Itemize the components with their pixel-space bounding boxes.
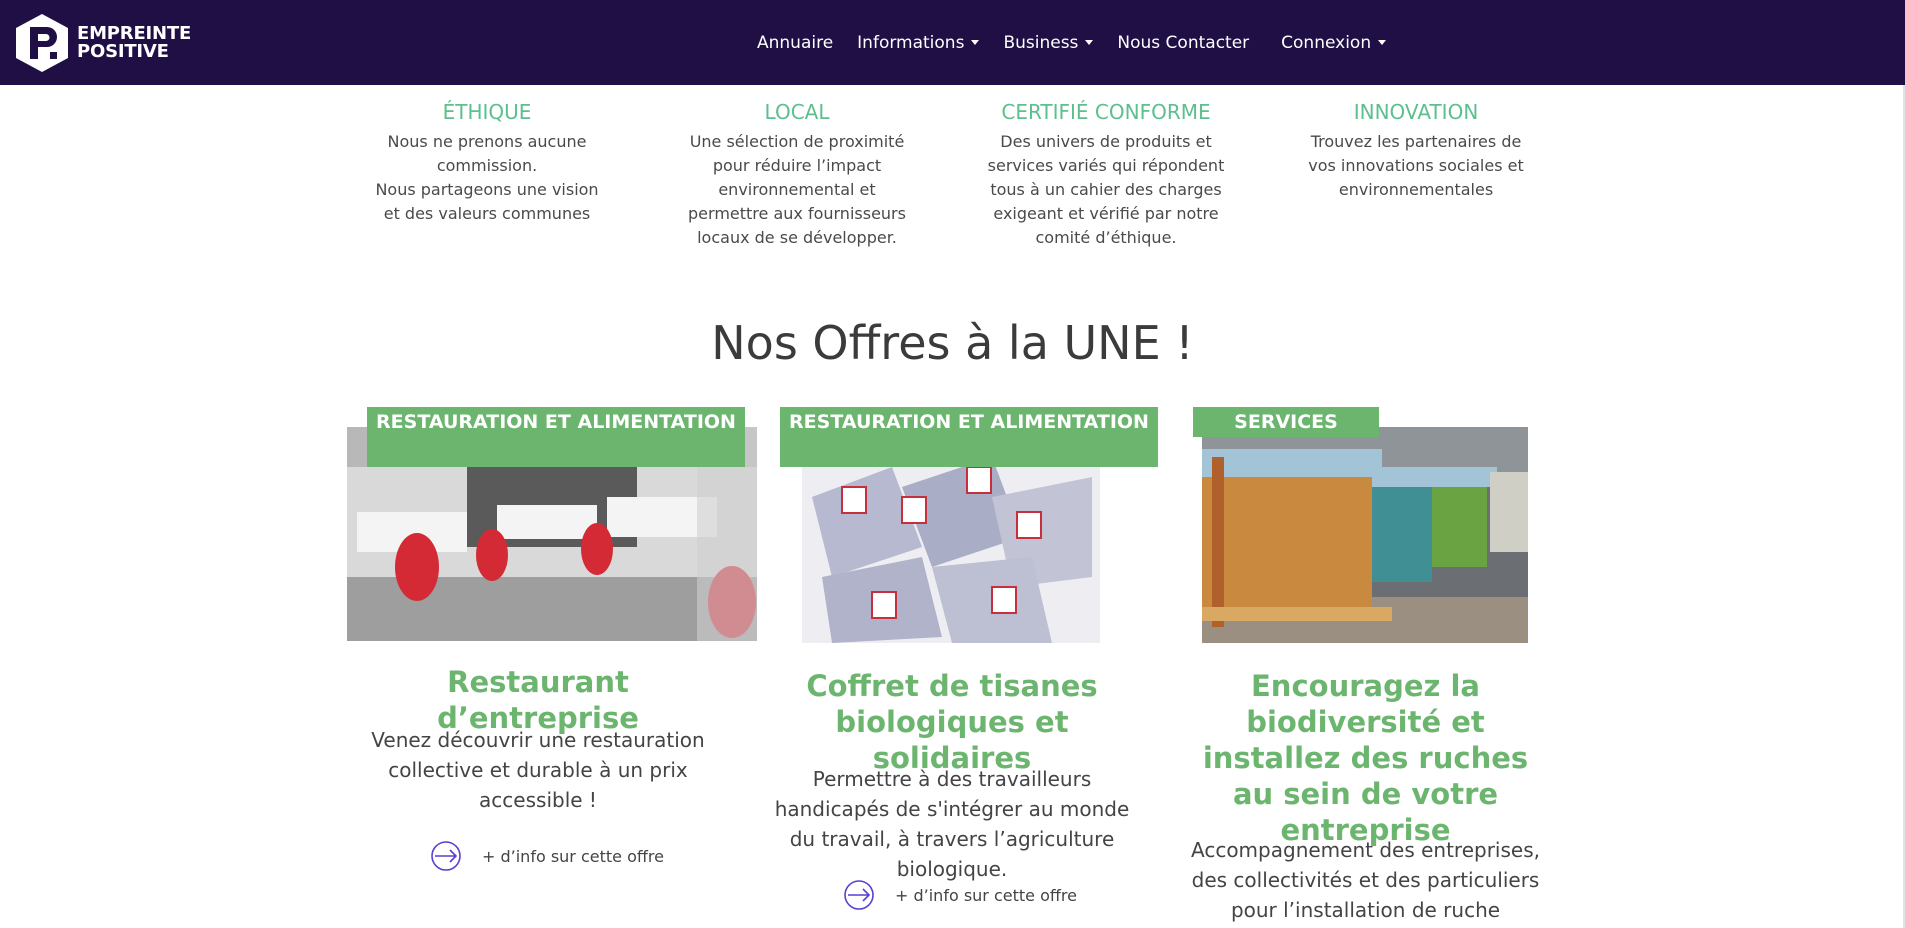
nav-contact-label: Nous Contacter	[1117, 32, 1250, 53]
caret-down-icon	[1085, 40, 1094, 45]
feature-innovation: INNOVATION Trouvez les partenaires de vo…	[1296, 98, 1536, 202]
offer-description: Venez découvrir une restauration collect…	[371, 728, 705, 812]
feature-title: LOCAL	[764, 100, 830, 124]
feature-text: Une sélection de proximité pour réduire …	[688, 132, 906, 247]
feature-text-line-2: Nous partageons une vision et des valeur…	[375, 180, 599, 223]
nav-business-dropdown[interactable]: Business	[1003, 32, 1094, 53]
offer-title[interactable]: Coffret de tisanes biologiques et solida…	[762, 668, 1142, 776]
caret-down-icon	[1378, 40, 1387, 45]
brand-line-2: POSITIVE	[77, 41, 169, 62]
category-badge[interactable]: SERVICES	[1193, 407, 1379, 437]
offer-more-info-label: + d’info sur cette offre	[895, 885, 1077, 905]
offer-more-info-label: + d’info sur cette offre	[482, 846, 664, 866]
brand-name: EMPREINTE POSITIVE	[77, 25, 191, 61]
offer-title[interactable]: Encouragez la biodiversité et installez …	[1178, 668, 1553, 848]
main-nav: Annuaire Informations Business Nous Cont…	[757, 0, 1410, 85]
feature-text: Des univers de produits et services vari…	[987, 132, 1225, 247]
offer-more-info-link[interactable]: + d’info sur cette offre	[843, 879, 1077, 911]
offer-image-ruches[interactable]	[1202, 427, 1528, 643]
feature-text: Nous ne prenons aucune commission. Nous …	[367, 130, 607, 226]
feature-ethique: ÉTHIQUE Nous ne prenons aucune commissio…	[367, 98, 607, 226]
brand-logo[interactable]: EMPREINTE POSITIVE	[14, 13, 191, 73]
arrow-right-circle-icon	[431, 841, 461, 871]
top-navbar: EMPREINTE POSITIVE Annuaire Informations…	[0, 0, 1905, 85]
nav-annuaire-label: Annuaire	[757, 32, 834, 53]
nav-connexion-dropdown[interactable]: Connexion	[1281, 32, 1387, 53]
empreinte-positive-logo-icon	[16, 14, 68, 72]
caret-down-icon	[971, 40, 980, 45]
nav-informations-label: Informations	[857, 32, 965, 53]
category-badge[interactable]: RESTAURATION ET ALIMENTATION	[780, 407, 1158, 467]
nav-business-label: Business	[1003, 32, 1079, 53]
arrow-right-circle-icon	[844, 880, 874, 910]
feature-text-line-1: Nous ne prenons aucune commission.	[387, 132, 587, 175]
nav-contact[interactable]: Nous Contacter	[1117, 33, 1249, 53]
feature-title: INNOVATION	[1353, 100, 1479, 124]
offers-section-title: Nos Offres à la UNE !	[711, 316, 1194, 370]
nav-annuaire[interactable]: Annuaire	[757, 33, 833, 53]
offer-description: Permettre à des travailleurs handicapés …	[774, 767, 1130, 881]
category-badge[interactable]: RESTAURATION ET ALIMENTATION	[367, 407, 745, 467]
offer-description: Accompagnement des entreprises, des coll…	[1191, 838, 1540, 922]
feature-certifie-conforme: CERTIFIÉ CONFORME Des univers de produit…	[986, 98, 1226, 250]
offer-more-info-link[interactable]: + d’info sur cette offre	[430, 840, 664, 872]
feature-title: ÉTHIQUE	[442, 100, 532, 124]
nav-informations-dropdown[interactable]: Informations	[857, 32, 980, 53]
beehives-photo-image	[1202, 427, 1528, 643]
feature-title: CERTIFIÉ CONFORME	[1001, 100, 1211, 124]
feature-text: Trouvez les partenaires de vos innovatio…	[1308, 132, 1524, 199]
nav-connexion-label: Connexion	[1281, 32, 1372, 53]
feature-local: LOCAL Une sélection de proximité pour ré…	[677, 98, 917, 250]
